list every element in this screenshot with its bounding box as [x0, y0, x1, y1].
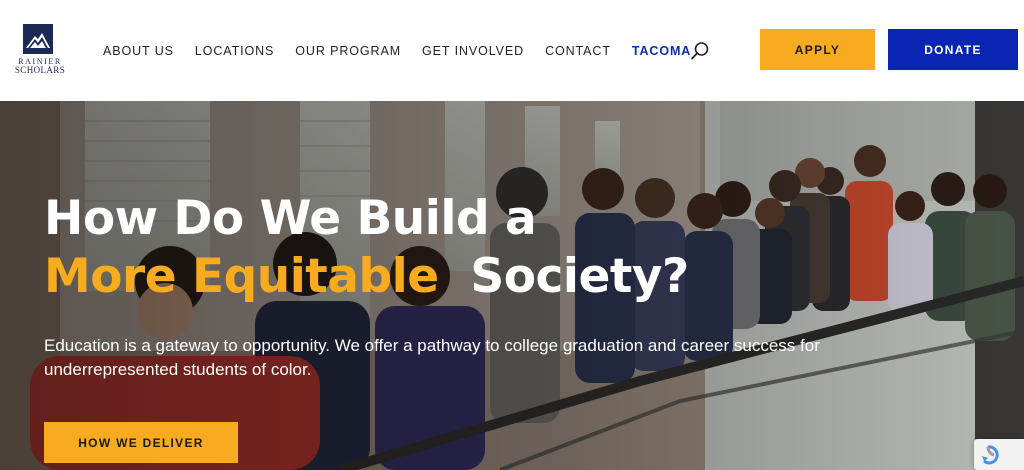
rainier-scholars-logo[interactable]: RAINIER SCHOLARS	[13, 24, 67, 78]
nav-item-about-us[interactable]: ABOUT US	[103, 43, 174, 59]
nav-item-contact[interactable]: CONTACT	[545, 43, 611, 59]
donate-button[interactable]: DONATE	[888, 29, 1018, 70]
hero-headline-end: Society?	[470, 249, 689, 304]
search-icon	[691, 42, 709, 60]
mountain-logo-icon	[23, 24, 53, 54]
apply-button[interactable]: APPLY	[760, 29, 875, 70]
nav-item-our-program[interactable]: OUR PROGRAM	[295, 43, 401, 59]
recaptcha-badge[interactable]	[974, 439, 1024, 470]
hero-headline: How Do We Build a More Equitable Society…	[44, 190, 764, 306]
site-header: RAINIER SCHOLARS ABOUT US LOCATIONS OUR …	[0, 0, 1024, 101]
nav-item-get-involved[interactable]: GET INVOLVED	[422, 43, 524, 59]
hero-headline-line-2: More Equitable Society?	[44, 248, 764, 306]
search-button[interactable]	[689, 40, 711, 62]
nav-item-tacoma[interactable]: TACOMA	[632, 43, 691, 59]
nav-item-locations[interactable]: LOCATIONS	[195, 43, 274, 59]
hero-headline-line-1: How Do We Build a	[44, 191, 537, 246]
recaptcha-icon	[982, 445, 999, 465]
main-nav: ABOUT US LOCATIONS OUR PROGRAM GET INVOL…	[103, 43, 712, 59]
logo-line-2: SCHOLARS	[14, 65, 66, 75]
hero-description: Education is a gateway to opportunity. W…	[44, 336, 820, 379]
hero-section: How Do We Build a More Equitable Society…	[0, 101, 1024, 470]
hero-headline-accent: More Equitable	[44, 249, 439, 304]
how-we-deliver-button[interactable]: HOW WE DELIVER	[44, 422, 238, 463]
logo-wordmark: RAINIER SCHOLARS	[13, 57, 67, 75]
